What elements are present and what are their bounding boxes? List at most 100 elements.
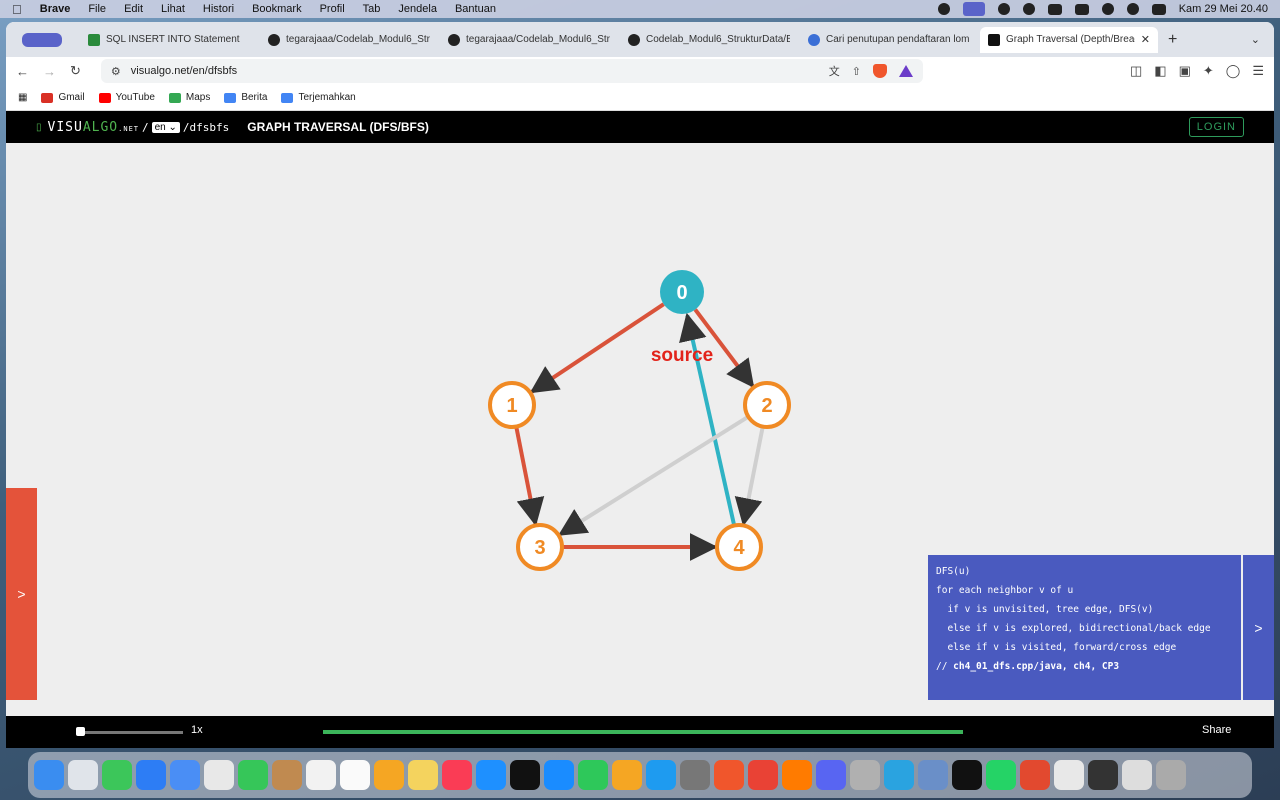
edge-2-4[interactable] xyxy=(734,426,765,527)
dock-app-icon[interactable] xyxy=(204,760,234,790)
vertex-1[interactable]: 1 xyxy=(488,381,536,429)
speed-slider-track[interactable] xyxy=(78,731,183,734)
screen-mirror-icon[interactable] xyxy=(962,2,985,16)
menubar-clock[interactable]: Kam 29 Mei 20.40 xyxy=(1179,3,1268,15)
dock-app-icon[interactable] xyxy=(102,760,132,790)
dock-app-icon[interactable] xyxy=(850,760,880,790)
dock-app-icon[interactable] xyxy=(170,760,200,790)
forward-icon[interactable]: → xyxy=(43,64,56,79)
dock-app-icon[interactable] xyxy=(1156,760,1186,790)
url-text[interactable]: visualgo.net/en/dfsbfs xyxy=(131,65,819,77)
edge-0-1[interactable] xyxy=(529,302,665,394)
dock-app-icon[interactable] xyxy=(272,760,302,790)
new-tab-icon[interactable]: + xyxy=(1168,31,1177,49)
bookmark-terjemahkan[interactable]: Terjemahkan xyxy=(281,92,356,103)
tab-1[interactable]: SQL INSERT INTO Statement xyxy=(80,27,258,53)
menu-help[interactable]: Bantuan xyxy=(455,3,496,15)
dock-app-icon[interactable] xyxy=(986,760,1016,790)
creative-cloud-icon[interactable] xyxy=(997,3,1010,15)
apps-grid-icon[interactable]: ▦ xyxy=(18,92,27,103)
tab-2[interactable]: tegarajaaa/Codelab_Modul6_Stru xyxy=(260,27,438,53)
battery-icon[interactable] xyxy=(1074,3,1089,15)
back-icon[interactable]: ← xyxy=(16,64,29,79)
dock-app-icon[interactable] xyxy=(340,760,370,790)
vertex-4[interactable]: 4 xyxy=(715,523,763,571)
menu-icon[interactable]: ☰ xyxy=(1252,63,1264,79)
dock-app-icon[interactable] xyxy=(578,760,608,790)
brave-rewards-icon[interactable] xyxy=(898,65,913,77)
menu-edit[interactable]: Edit xyxy=(124,3,143,15)
menu-tab[interactable]: Tab xyxy=(363,3,381,15)
side-panel-toggle-button[interactable]: > xyxy=(6,488,37,700)
dock-app-icon[interactable] xyxy=(680,760,710,790)
menu-history[interactable]: Histori xyxy=(203,3,234,15)
profile-icon[interactable] xyxy=(22,32,62,47)
dock-app-icon[interactable] xyxy=(1054,760,1084,790)
dock-app-icon[interactable] xyxy=(136,760,166,790)
tab-4[interactable]: Codelab_Modul6_StrukturData/B xyxy=(620,27,798,53)
dock-app-icon[interactable] xyxy=(884,760,914,790)
share-button[interactable]: Share xyxy=(1202,724,1231,736)
bookmark-youtube[interactable]: YouTube xyxy=(98,92,155,103)
visualgo-logo[interactable]: VISUALGO.NET xyxy=(48,120,139,135)
bookmark-berita[interactable]: Berita xyxy=(224,92,267,103)
edge-1-3[interactable] xyxy=(514,426,545,527)
dock-app-icon[interactable] xyxy=(510,760,540,790)
menu-profile[interactable]: Profil xyxy=(320,3,345,15)
dock-app-icon[interactable] xyxy=(782,760,812,790)
edge-2-3[interactable] xyxy=(557,414,750,536)
dock-app-icon[interactable] xyxy=(816,760,846,790)
leo-ai-icon[interactable]: ✦ xyxy=(1203,63,1214,79)
dock-app-icon[interactable] xyxy=(476,760,506,790)
address-bar[interactable]: ⚙ visualgo.net/en/dfsbfs 文 ⇧ xyxy=(100,59,923,83)
tab-5[interactable]: Cari penutupan pendaftaran lomb xyxy=(800,27,978,53)
dock-app-icon[interactable] xyxy=(544,760,574,790)
apple-menu-icon[interactable]:  xyxy=(12,2,22,17)
speed-slider-handle[interactable] xyxy=(76,727,85,736)
control-center-icon[interactable] xyxy=(1151,3,1166,15)
code-panel-next-button[interactable]: > xyxy=(1243,555,1274,700)
menu-view[interactable]: Lihat xyxy=(161,3,185,15)
dock-app-icon[interactable] xyxy=(952,760,982,790)
brave-shield-icon[interactable] xyxy=(872,64,887,78)
facetime-icon[interactable] xyxy=(1047,3,1062,15)
dock-app-icon[interactable] xyxy=(238,760,268,790)
wallet-icon[interactable]: ▣ xyxy=(1179,63,1191,79)
dock-app-icon[interactable] xyxy=(1020,760,1050,790)
vertex-3[interactable]: 3 xyxy=(516,523,564,571)
dock-app-icon[interactable] xyxy=(748,760,778,790)
record-icon[interactable] xyxy=(937,3,950,15)
dock-app-icon[interactable] xyxy=(612,760,642,790)
wifi-icon[interactable] xyxy=(1101,3,1114,15)
extensions-icon[interactable]: ◫ xyxy=(1130,63,1142,79)
dock-app-icon[interactable] xyxy=(646,760,676,790)
vpn-icon[interactable]: ◯ xyxy=(1226,63,1241,79)
bookmark-maps[interactable]: Maps xyxy=(168,92,210,103)
tab-6-active[interactable]: Graph Traversal (Depth/Bread ✕ xyxy=(980,26,1158,53)
translate-icon[interactable]: 文 xyxy=(829,63,840,79)
login-button[interactable]: LOGIN xyxy=(1188,117,1244,137)
dock-app-icon[interactable] xyxy=(408,760,438,790)
menu-bookmark[interactable]: Bookmark xyxy=(252,3,302,15)
dock-app-icon[interactable] xyxy=(1122,760,1152,790)
share-icon[interactable]: ⇧ xyxy=(852,65,861,78)
sidebar-icon[interactable]: ◧ xyxy=(1154,63,1166,79)
menu-window[interactable]: Jendela xyxy=(398,3,437,15)
site-info-icon[interactable]: ⚙ xyxy=(111,65,121,78)
reload-icon[interactable]: ↻ xyxy=(70,63,81,79)
spotlight-icon[interactable] xyxy=(1126,3,1139,15)
dock-app-icon[interactable] xyxy=(34,760,64,790)
close-tab-icon[interactable]: ✕ xyxy=(1141,33,1150,46)
progress-bar[interactable] xyxy=(323,730,963,734)
language-select[interactable]: en ⌄ xyxy=(151,121,180,133)
menu-file[interactable]: File xyxy=(88,3,106,15)
tab-search-icon[interactable]: ⌄ xyxy=(1251,33,1260,46)
dock-app-icon[interactable] xyxy=(918,760,948,790)
dock-app-icon[interactable] xyxy=(68,760,98,790)
bookmark-gmail[interactable]: Gmail xyxy=(41,92,85,103)
pin-icon[interactable] xyxy=(1022,3,1035,15)
tab-3[interactable]: tegarajaaa/Codelab_Modul6_Stru xyxy=(440,27,618,53)
vertex-0[interactable]: 0 xyxy=(660,270,704,314)
dock-app-icon[interactable] xyxy=(442,760,472,790)
menu-app-name[interactable]: Brave xyxy=(40,3,71,15)
